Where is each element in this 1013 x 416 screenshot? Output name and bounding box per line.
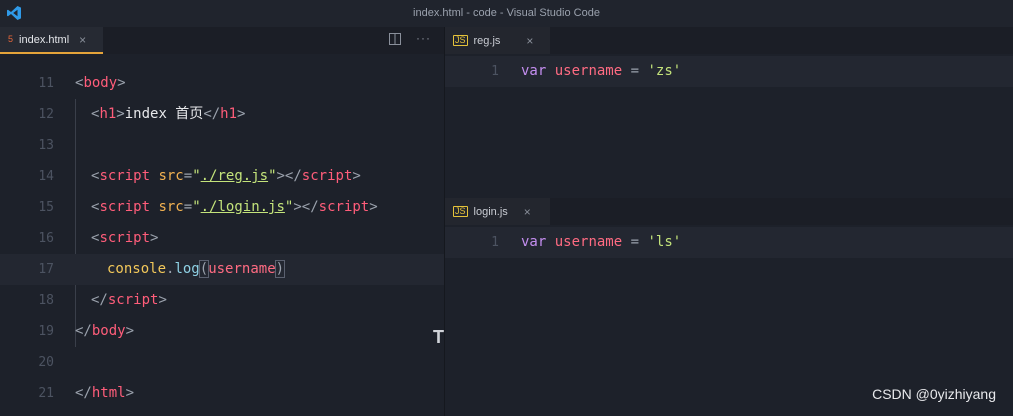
html5-icon: 5: [8, 34, 14, 44]
code-line: 16 <script>: [38, 230, 159, 246]
tab-label: index.html: [19, 33, 70, 46]
tab-index-html[interactable]: 5 index.html ×: [0, 27, 103, 54]
code-line-current: 1 var username = 'zs': [445, 56, 1013, 87]
code-line: 20: [38, 355, 54, 370]
code-line: 12 <h1>index 首页</h1>: [38, 106, 246, 122]
close-icon[interactable]: ×: [524, 205, 531, 219]
code-line: 13: [38, 138, 54, 153]
title-bar: index.html - code - Visual Studio Code: [0, 0, 1013, 27]
code-line: 18 </script>: [38, 292, 167, 308]
text-cursor-icon: T: [433, 327, 444, 347]
js-file-icon: JS: [453, 206, 468, 217]
code-line-current: 1 var username = 'ls': [445, 227, 1013, 258]
close-icon[interactable]: ×: [526, 34, 533, 48]
right-top-editor[interactable]: 1 var username = 'zs': [445, 54, 1013, 199]
right-top-tab-bar: JS reg.js ×: [445, 27, 1013, 54]
watermark: CSDN @0yizhiyang: [872, 386, 996, 402]
tab-reg-js[interactable]: JS reg.js ×: [445, 27, 550, 54]
tab-label: login.js: [473, 205, 508, 218]
left-tab-bar: 5 index.html × ···: [0, 27, 444, 54]
close-icon[interactable]: ×: [79, 33, 86, 47]
code-line: 19 </body>: [38, 323, 135, 339]
code-line: 15 <script src="./login.js"></script>: [38, 199, 378, 215]
right-bottom-tab-bar: JS login.js ×: [445, 198, 1013, 225]
tab-label: reg.js: [473, 34, 501, 47]
code-line: 14 <script src="./reg.js"></script>: [38, 168, 361, 184]
window-title: index.html - code - Visual Studio Code: [413, 7, 600, 19]
code-line: 21 </html>: [38, 385, 135, 401]
left-editor[interactable]: 11 <body> 12 <h1>index 首页</h1> 13 14 <sc…: [0, 54, 444, 416]
code-line-current: 17 console.log(username): [0, 254, 444, 285]
code-line: 11 <body>: [38, 75, 126, 91]
split-editor-icon[interactable]: [389, 33, 401, 45]
tab-login-js[interactable]: JS login.js ×: [445, 198, 550, 225]
more-actions-icon[interactable]: ···: [416, 31, 431, 45]
js-file-icon: JS: [453, 35, 468, 46]
